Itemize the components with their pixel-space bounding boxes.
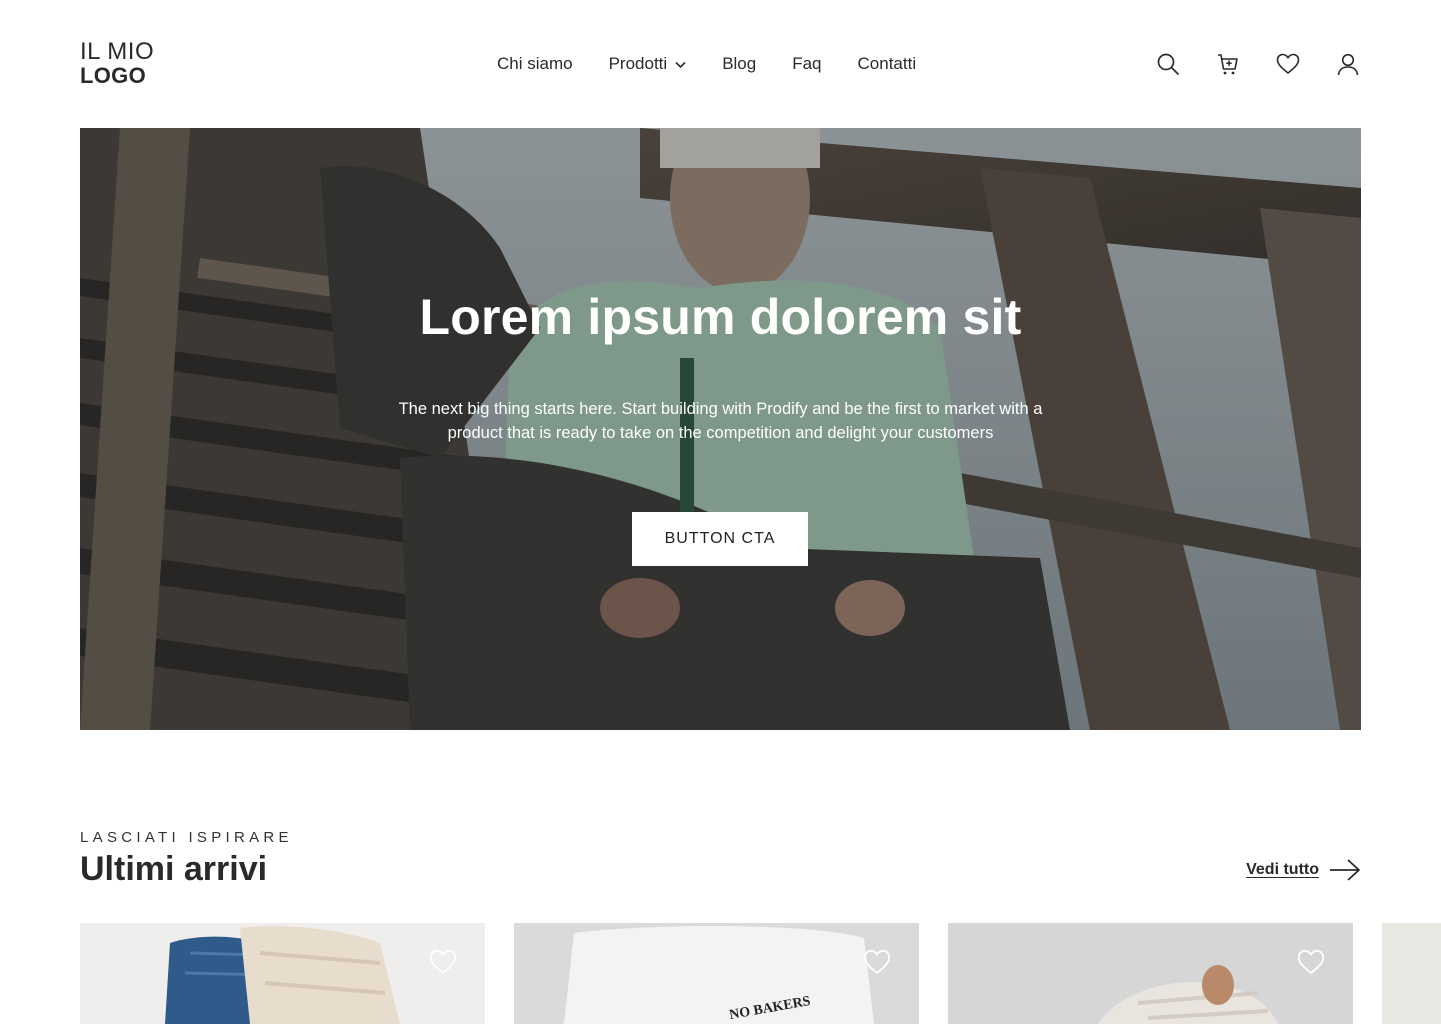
main-nav: Chi siamo Prodotti Blog Faq Contatti (497, 52, 916, 76)
section-title: Ultimi arrivi (80, 850, 268, 888)
nav-item-label: Prodotti (608, 54, 668, 73)
heart-icon[interactable] (429, 949, 457, 975)
product-card[interactable]: NO BAKERS (514, 923, 919, 1024)
hero-cta-button[interactable]: BUTTON CTA (632, 512, 808, 566)
nav-item-chi-siamo[interactable]: Chi siamo (497, 52, 573, 76)
heart-icon[interactable] (863, 949, 891, 975)
arrow-right-icon (1330, 859, 1360, 881)
product-image (80, 923, 485, 1024)
heart-icon[interactable] (1275, 51, 1301, 77)
nav-item-label: Contatti (857, 54, 917, 73)
nav-item-contatti[interactable]: Contatti (858, 52, 917, 76)
nav-item-label: Blog (722, 54, 757, 73)
see-all-label: Vedi tutto (1246, 861, 1319, 878)
nav-item-label: Faq (792, 54, 822, 73)
heart-icon[interactable] (1297, 949, 1325, 975)
logo-line-1: IL MIO (80, 38, 155, 65)
nav-item-label: Chi siamo (497, 54, 573, 73)
logo[interactable]: IL MIO LOGO (80, 40, 154, 87)
user-icon[interactable] (1335, 51, 1361, 77)
section-eyebrow: LASCIATI ISPIRARE (80, 829, 293, 846)
product-image (1382, 923, 1441, 1024)
nav-item-blog[interactable]: Blog (722, 52, 756, 76)
search-icon[interactable] (1155, 51, 1181, 77)
hero-title: Lorem ipsum dolorem sit (419, 289, 1022, 345)
hero-subtitle: The next big thing starts here. Start bu… (398, 399, 1043, 442)
product-card[interactable] (948, 923, 1353, 1024)
product-image (514, 923, 919, 1024)
product-image (948, 923, 1353, 1024)
nav-item-prodotti[interactable]: Prodotti (609, 52, 687, 76)
logo-line-2: LOGO (80, 63, 146, 88)
see-all-link[interactable]: Vedi tutto (1246, 858, 1361, 882)
hero-banner: Lorem ipsum dolorem sit The next big thi… (80, 128, 1361, 730)
cart-icon[interactable] (1215, 51, 1241, 77)
site-header: IL MIO LOGO Chi siamo Prodotti Blog Faq … (0, 0, 1441, 128)
product-card[interactable] (80, 923, 485, 1024)
header-actions (1155, 51, 1361, 77)
chevron-down-icon (675, 54, 686, 74)
nav-item-faq[interactable]: Faq (792, 52, 821, 76)
product-card[interactable] (1382, 923, 1441, 1024)
